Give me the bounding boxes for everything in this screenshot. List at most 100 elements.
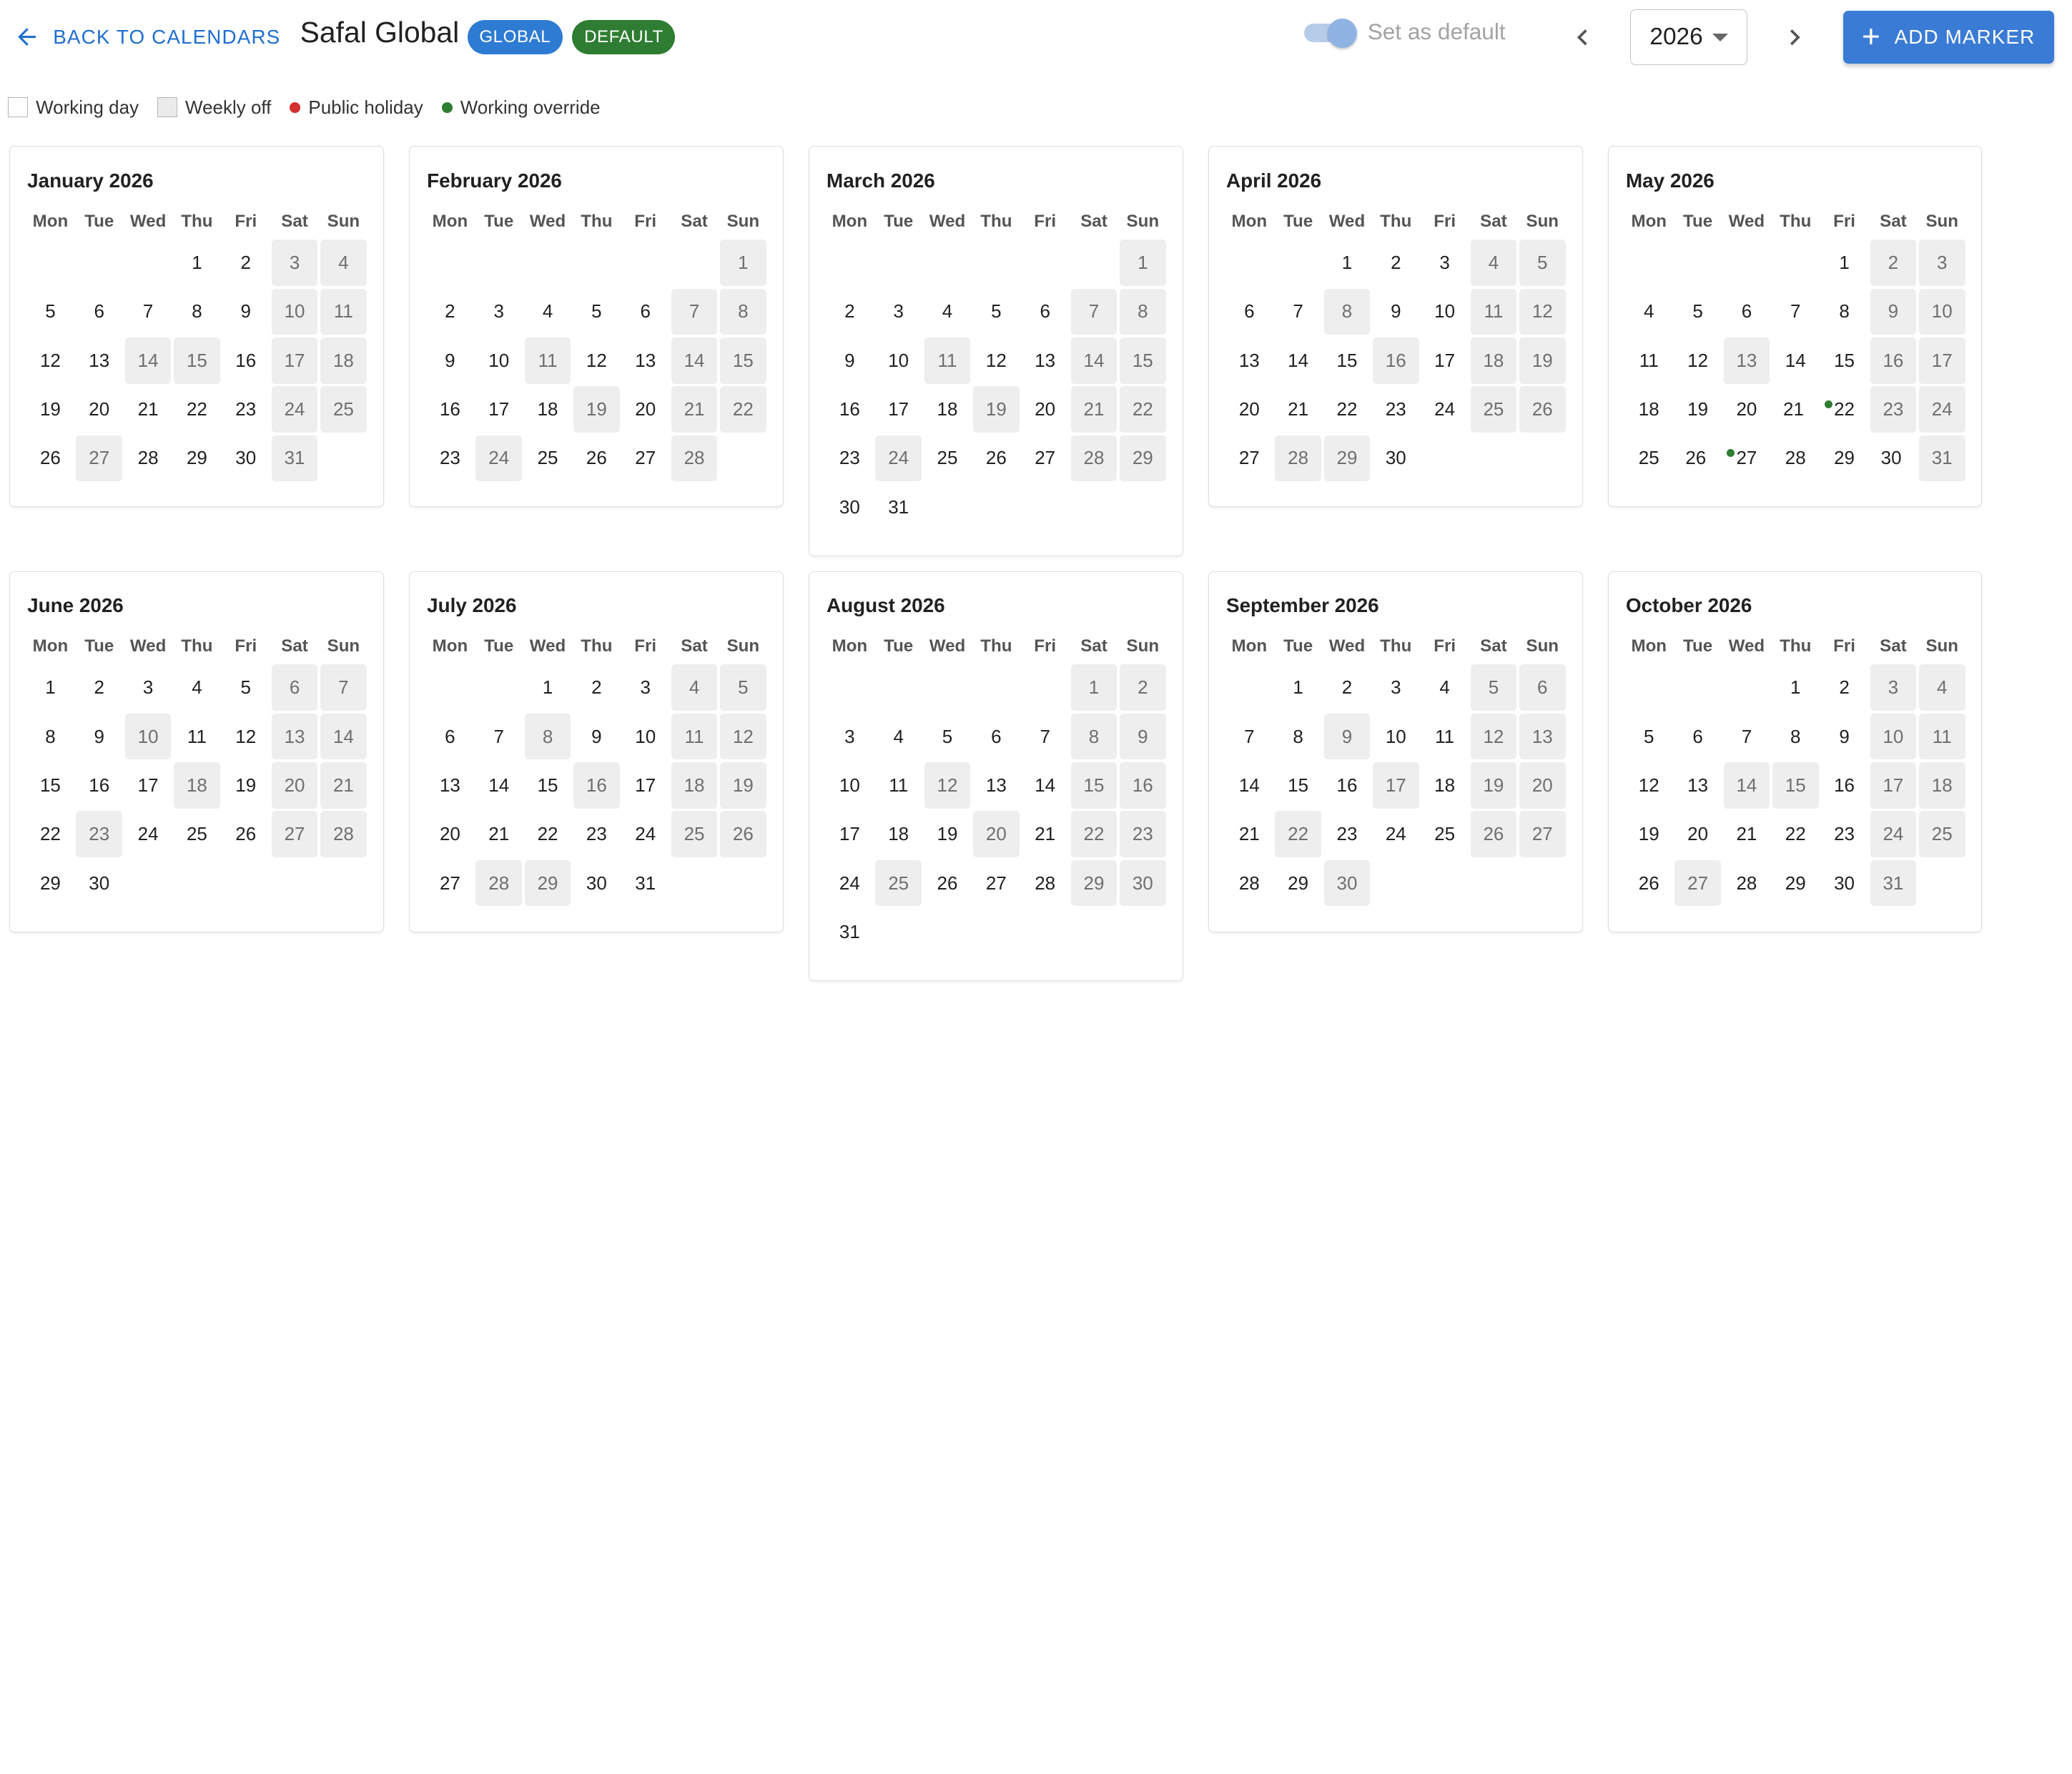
day-cell[interactable]: 28: [124, 434, 172, 483]
day-cell-weekly-off[interactable]: 24: [270, 385, 319, 433]
day-cell[interactable]: 9: [572, 712, 621, 761]
day-cell-weekly-off[interactable]: 19: [1469, 761, 1518, 809]
day-cell-weekly-off[interactable]: 4: [1918, 664, 1966, 712]
day-cell[interactable]: 22: [1820, 385, 1868, 433]
day-cell-weekly-off[interactable]: 16: [572, 761, 621, 809]
day-cell-weekly-off[interactable]: 12: [1469, 712, 1518, 761]
day-cell-weekly-off[interactable]: 25: [1918, 810, 1966, 859]
day-cell-weekly-off[interactable]: 10: [270, 287, 319, 336]
day-cell-weekly-off[interactable]: 24: [1918, 385, 1966, 433]
day-cell[interactable]: 7: [1771, 287, 1820, 336]
day-cell[interactable]: 6: [425, 712, 474, 761]
day-cell[interactable]: 16: [1323, 761, 1371, 809]
day-cell-weekly-off[interactable]: 8: [1118, 287, 1167, 336]
day-cell[interactable]: 4: [1624, 287, 1673, 336]
day-cell-weekly-off[interactable]: 29: [523, 859, 572, 907]
day-cell[interactable]: 17: [475, 385, 523, 433]
day-cell[interactable]: 6: [1021, 287, 1070, 336]
day-cell[interactable]: 29: [1771, 859, 1820, 907]
day-cell-weekly-off[interactable]: 20: [1518, 761, 1567, 809]
day-cell-weekly-off[interactable]: 30: [1118, 859, 1167, 907]
day-cell-weekly-off[interactable]: 5: [1518, 238, 1567, 287]
day-cell[interactable]: 30: [1820, 859, 1868, 907]
day-cell[interactable]: 27: [1225, 434, 1273, 483]
day-cell[interactable]: 8: [172, 287, 221, 336]
day-cell[interactable]: 12: [1624, 761, 1673, 809]
day-cell[interactable]: 15: [1323, 336, 1371, 385]
day-cell[interactable]: 17: [1420, 336, 1469, 385]
day-cell-weekly-off[interactable]: 25: [319, 385, 367, 433]
day-cell[interactable]: 25: [172, 810, 221, 859]
day-cell-weekly-off[interactable]: 16: [1869, 336, 1918, 385]
day-cell-weekly-off[interactable]: 20: [270, 761, 319, 809]
day-cell[interactable]: 1: [172, 238, 221, 287]
day-cell[interactable]: 13: [621, 336, 670, 385]
day-cell-weekly-off[interactable]: 24: [874, 434, 923, 483]
day-cell-weekly-off[interactable]: 27: [1673, 859, 1722, 907]
day-cell[interactable]: 30: [1869, 434, 1930, 483]
day-cell-weekly-off[interactable]: 31: [270, 434, 319, 483]
day-cell-weekly-off[interactable]: 11: [670, 712, 719, 761]
day-cell[interactable]: 10: [1420, 287, 1469, 336]
day-cell[interactable]: 13: [75, 336, 124, 385]
day-cell[interactable]: 10: [475, 336, 523, 385]
day-cell[interactable]: 29: [26, 859, 74, 907]
day-cell[interactable]: 15: [523, 761, 572, 809]
day-cell[interactable]: 1: [1771, 664, 1820, 712]
day-cell-weekly-off[interactable]: 18: [1469, 336, 1518, 385]
day-cell[interactable]: 3: [124, 664, 172, 712]
day-cell[interactable]: 28: [1225, 859, 1273, 907]
day-cell-weekly-off[interactable]: 27: [75, 434, 124, 483]
day-cell[interactable]: 18: [1420, 761, 1469, 809]
day-cell-weekly-off[interactable]: 1: [1118, 238, 1167, 287]
day-cell-weekly-off[interactable]: 27: [270, 810, 319, 859]
day-cell-weekly-off[interactable]: 2: [1118, 664, 1167, 712]
day-cell-weekly-off[interactable]: 3: [1918, 238, 1966, 287]
day-cell[interactable]: 13: [1673, 761, 1722, 809]
day-cell-weekly-off[interactable]: 29: [1118, 434, 1167, 483]
day-cell[interactable]: 4: [1420, 664, 1469, 712]
day-cell[interactable]: 2: [75, 664, 124, 712]
day-cell[interactable]: 8: [1771, 712, 1820, 761]
day-cell[interactable]: 22: [1323, 385, 1371, 433]
day-cell-weekly-off[interactable]: 11: [923, 336, 972, 385]
day-cell[interactable]: 3: [1420, 238, 1469, 287]
day-cell[interactable]: 26: [972, 434, 1020, 483]
day-cell[interactable]: 10: [621, 712, 670, 761]
day-cell-weekly-off[interactable]: 3: [1869, 664, 1918, 712]
day-cell-weekly-off[interactable]: 7: [670, 287, 719, 336]
day-cell[interactable]: 11: [172, 712, 221, 761]
day-cell-weekly-off[interactable]: 4: [319, 238, 367, 287]
day-cell[interactable]: 23: [1820, 810, 1868, 859]
day-cell[interactable]: 13: [1225, 336, 1273, 385]
day-cell-weekly-off[interactable]: 19: [719, 761, 767, 809]
day-cell[interactable]: 23: [572, 810, 621, 859]
day-cell-weekly-off[interactable]: 13: [1518, 712, 1567, 761]
day-cell-weekly-off[interactable]: 8: [719, 287, 767, 336]
day-cell[interactable]: 23: [825, 434, 874, 483]
day-cell[interactable]: 1: [26, 664, 74, 712]
day-cell-weekly-off[interactable]: 31: [1869, 859, 1918, 907]
day-cell[interactable]: 3: [874, 287, 923, 336]
day-cell-weekly-off[interactable]: 25: [874, 859, 923, 907]
day-cell[interactable]: 16: [222, 336, 270, 385]
day-cell[interactable]: 21: [124, 385, 172, 433]
day-cell-weekly-off[interactable]: 20: [972, 810, 1020, 859]
day-cell[interactable]: 17: [874, 385, 923, 433]
day-cell[interactable]: 5: [1673, 287, 1722, 336]
day-cell[interactable]: 27: [425, 859, 474, 907]
day-cell-weekly-off[interactable]: 18: [172, 761, 221, 809]
day-cell-weekly-off[interactable]: 21: [319, 761, 367, 809]
day-cell[interactable]: 31: [825, 907, 874, 956]
day-cell-weekly-off[interactable]: 23: [1118, 810, 1167, 859]
day-cell-weekly-off[interactable]: 9: [1869, 287, 1918, 336]
set-as-default-toggle[interactable]: [1301, 18, 1357, 48]
day-cell-weekly-off[interactable]: 15: [172, 336, 221, 385]
day-cell[interactable]: 26: [923, 859, 972, 907]
day-cell-weekly-off[interactable]: 10: [124, 712, 172, 761]
day-cell[interactable]: 23: [222, 385, 270, 433]
day-cell[interactable]: 6: [1673, 712, 1722, 761]
day-cell-weekly-off[interactable]: 15: [1118, 336, 1167, 385]
day-cell-weekly-off[interactable]: 22: [1118, 385, 1167, 433]
day-cell[interactable]: 1: [1323, 238, 1371, 287]
